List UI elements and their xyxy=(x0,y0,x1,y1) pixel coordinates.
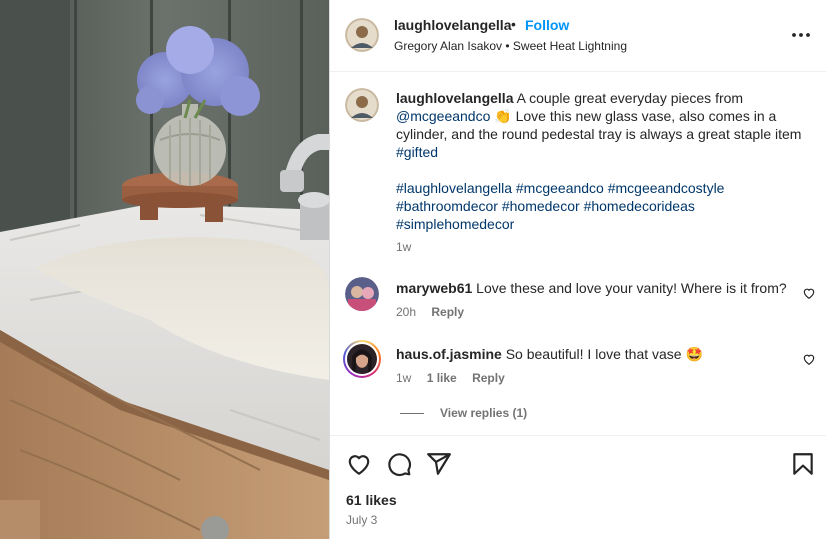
comment-timestamp[interactable]: 1w xyxy=(396,371,411,385)
audio-attribution[interactable]: Gregory Alan Isakov • Sweet Heat Lightni… xyxy=(394,39,627,53)
post-date[interactable]: July 3 xyxy=(346,513,377,527)
hashtag-link[interactable]: #mcgeeandco xyxy=(516,180,604,196)
post-actions: 61 likes July 3 xyxy=(330,435,826,539)
reply-line xyxy=(400,412,424,414)
caption-username[interactable]: laughlovelangella xyxy=(396,90,513,106)
likes-count[interactable]: 61 likes xyxy=(346,492,397,508)
avatar[interactable] xyxy=(343,340,381,378)
heart-icon[interactable] xyxy=(346,451,372,477)
hashtag-link[interactable]: #laughlovelangella xyxy=(396,180,512,196)
heart-icon[interactable] xyxy=(802,286,816,300)
post-media[interactable] xyxy=(0,0,329,539)
star-eyes-emoji: 🤩 xyxy=(685,346,703,362)
avatar[interactable] xyxy=(345,277,379,311)
avatar[interactable] xyxy=(345,88,379,122)
hashtag-link[interactable]: #bathroomdecor xyxy=(396,198,498,214)
clap-emoji: 👏 xyxy=(494,108,512,124)
reply-button[interactable]: Reply xyxy=(472,371,505,385)
post-author-username[interactable]: laughlovelangella xyxy=(394,17,511,33)
comment-body: So beautiful! I love that vase xyxy=(505,346,682,362)
bathroom-photo xyxy=(0,0,329,539)
comment-body: Love these and love your vanity! Where i… xyxy=(476,280,787,296)
post-header: laughlovelangella • Follow Gregory Alan … xyxy=(330,0,826,72)
more-options-icon[interactable] xyxy=(790,24,812,46)
comment-icon[interactable] xyxy=(386,451,412,477)
comment-meta: 1w 1 like Reply xyxy=(396,371,517,385)
comment-text: haus.of.jasmine So beautiful! I love tha… xyxy=(396,345,796,363)
comment-username[interactable]: maryweb61 xyxy=(396,280,472,296)
post-panel: laughlovelangella • Follow Gregory Alan … xyxy=(330,0,826,539)
bookmark-icon[interactable] xyxy=(790,451,816,477)
comment-timestamp[interactable]: 20h xyxy=(396,305,416,319)
mention-link[interactable]: @mcgeeandco xyxy=(396,108,490,124)
follow-button[interactable]: Follow xyxy=(525,17,569,33)
comment-text: maryweb61 Love these and love your vanit… xyxy=(396,279,796,297)
avatar[interactable] xyxy=(345,18,379,52)
caption-timestamp[interactable]: 1w xyxy=(396,240,411,254)
hashtag-link[interactable]: #gifted xyxy=(396,144,438,160)
reply-button[interactable]: Reply xyxy=(431,305,464,319)
separator-dot: • xyxy=(511,16,516,32)
hashtag-link[interactable]: #homedecor xyxy=(502,198,580,214)
comment-meta: 20h Reply xyxy=(396,305,476,319)
share-icon[interactable] xyxy=(426,451,452,477)
comment-username[interactable]: haus.of.jasmine xyxy=(396,346,502,362)
hashtag-link[interactable]: #homedecorideas xyxy=(584,198,695,214)
view-replies-button[interactable]: View replies (1) xyxy=(400,406,527,420)
caption-text: laughlovelangella A couple great everyda… xyxy=(396,89,806,161)
comments-section[interactable]: laughlovelangella A couple great everyda… xyxy=(330,72,826,434)
comment-likes[interactable]: 1 like xyxy=(427,371,457,385)
caption-body-start: A couple great everyday pieces from xyxy=(516,90,744,106)
hashtag-link[interactable]: #simplehomedecor xyxy=(396,216,514,232)
heart-icon[interactable] xyxy=(802,352,816,366)
view-replies-label: View replies (1) xyxy=(440,406,528,420)
caption-hashtags: #laughlovelangella #mcgeeandco #mcgeeand… xyxy=(396,179,806,233)
hashtag-link[interactable]: #mcgeeandcostyle xyxy=(608,180,725,196)
